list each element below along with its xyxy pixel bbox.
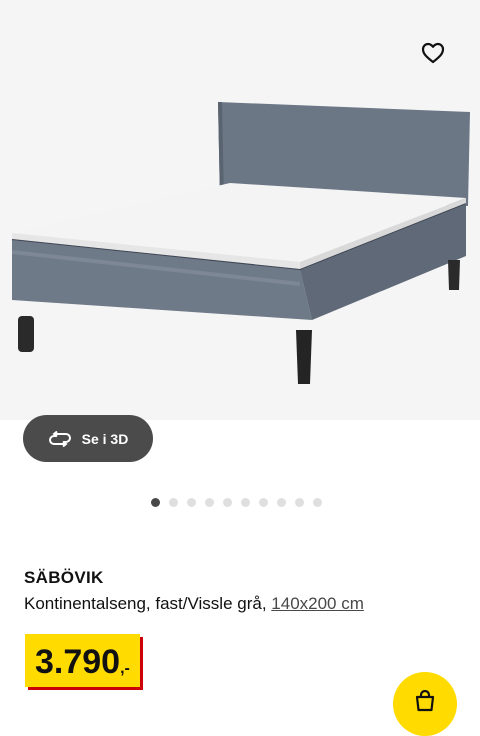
gallery-dot[interactable] [205,498,214,507]
price-integer: 3.790 [35,643,121,681]
gallery-dot[interactable] [295,498,304,507]
product-image [11,102,470,384]
view-in-3d-label: Se i 3D [81,430,129,447]
product-name: SÄBÖVIK [24,568,104,587]
gallery-dot[interactable] [151,498,160,507]
heart-outline-icon [421,42,445,64]
product-image-gallery[interactable] [0,0,480,420]
price-decimal: ,- [120,660,130,677]
gallery-dot[interactable] [241,498,250,507]
rotate-3d-icon [48,430,71,447]
gallery-dot[interactable] [223,498,232,507]
price-tag: 3.790 ,- [25,634,140,687]
view-in-3d-button[interactable]: Se i 3D [23,415,153,462]
shopping-bag-icon [415,690,435,712]
gallery-dot[interactable] [277,498,286,507]
gallery-dot[interactable] [187,498,196,507]
product-size-link[interactable]: 140x200 cm [271,594,364,613]
add-to-cart-button[interactable] [393,672,457,736]
gallery-dot[interactable] [169,498,178,507]
gallery-dot[interactable] [313,498,322,507]
gallery-dot[interactable] [259,498,268,507]
product-description: Kontinentalseng, fast/Vissle grå, 140x20… [24,594,364,614]
favorite-button[interactable] [416,36,450,70]
gallery-pagination [0,498,480,510]
product-description-text: Kontinentalseng, fast/Vissle grå, [24,594,272,613]
